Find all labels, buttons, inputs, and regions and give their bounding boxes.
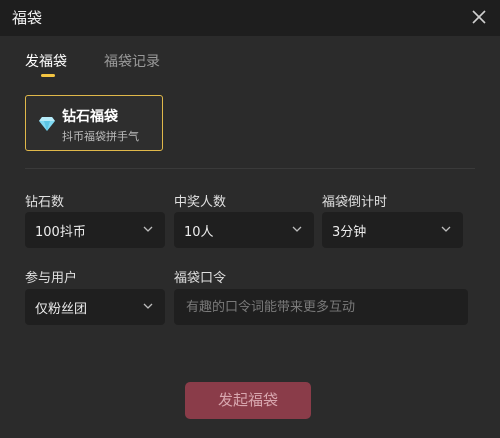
close-icon[interactable] (470, 8, 488, 26)
submit-gift-button[interactable]: 发起福袋 (185, 382, 311, 419)
gift-card-subtitle: 抖币福袋拼手气 (62, 130, 139, 143)
tab-gift-records[interactable]: 福袋记录 (104, 51, 160, 71)
chevron-down-icon (143, 226, 153, 232)
window-title: 福袋 (12, 9, 43, 27)
active-tab-indicator (41, 74, 55, 77)
diamond-count-value: 100抖币 (35, 225, 86, 240)
participants-label: 参与用户 (25, 271, 78, 286)
divider (25, 168, 475, 169)
winner-count-select[interactable]: 10人 (174, 212, 314, 248)
countdown-value: 3分钟 (332, 225, 367, 240)
diamond-count-label: 钻石数 (25, 195, 65, 210)
chevron-down-icon (143, 303, 153, 309)
chevron-down-icon (292, 226, 302, 232)
diamond-gift-card[interactable]: 钻石福袋 抖币福袋拼手气 (25, 95, 163, 151)
countdown-label: 福袋倒计时 (322, 195, 388, 210)
diamond-count-select[interactable]: 100抖币 (25, 212, 165, 248)
winner-count-value: 10人 (184, 225, 214, 240)
password-input[interactable] (174, 289, 468, 325)
countdown-select[interactable]: 3分钟 (322, 212, 463, 248)
chevron-down-icon (441, 226, 451, 232)
participants-select[interactable]: 仅粉丝团 (25, 289, 165, 325)
participants-value: 仅粉丝团 (35, 302, 88, 317)
title-bar: 福袋 (0, 0, 500, 36)
password-label: 福袋口令 (174, 271, 227, 286)
winner-count-label: 中奖人数 (174, 195, 227, 210)
gift-card-title: 钻石福袋 (62, 109, 118, 125)
diamond-icon (39, 117, 55, 131)
tab-send-gift[interactable]: 发福袋 (25, 51, 67, 71)
